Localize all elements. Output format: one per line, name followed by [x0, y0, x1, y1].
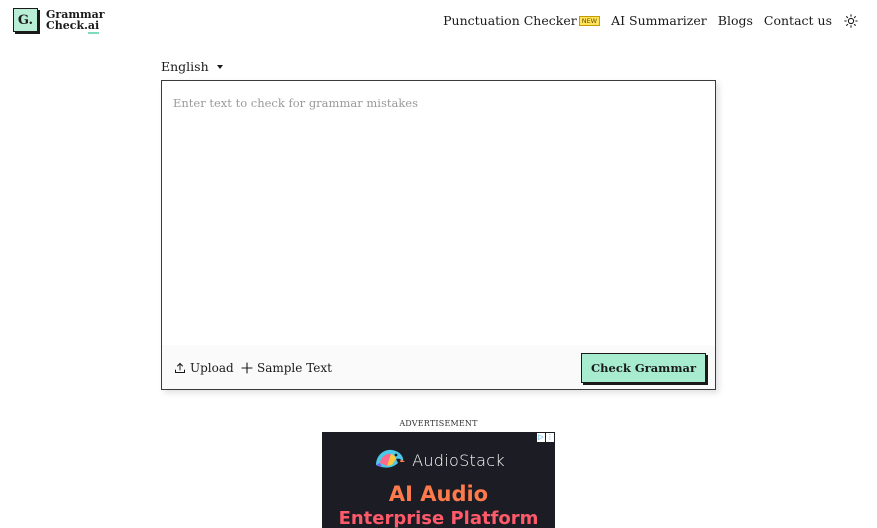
new-badge: NEW	[578, 16, 601, 26]
nav-ai-summarizer[interactable]: AI Summarizer	[611, 13, 707, 28]
caret-down-icon	[216, 64, 223, 69]
nav-punctuation-checker-label: Punctuation Checker	[443, 13, 577, 28]
nav-blogs[interactable]: Blogs	[718, 13, 753, 28]
upload-label: Upload	[190, 361, 234, 375]
upload-button[interactable]: Upload	[174, 361, 234, 375]
ad-banner[interactable]: ▷ ⋮ AudioStack AI Audio Enterprise Platf…	[322, 432, 555, 528]
text-editor: Upload Sample Text Check Grammar	[161, 80, 716, 390]
ad-choices[interactable]: ▷ ⋮	[536, 433, 554, 442]
logo-ai: ai	[87, 19, 100, 34]
sample-text-label: Sample Text	[257, 361, 332, 375]
ad-brand-name: AudioStack	[412, 450, 505, 470]
language-select-value: English	[161, 59, 209, 74]
main-nav: Punctuation Checker NEW AI Summarizer Blo…	[443, 13, 858, 28]
ad-brand: AudioStack	[322, 447, 555, 473]
check-grammar-button[interactable]: Check Grammar	[581, 353, 706, 383]
language-select[interactable]: English	[161, 59, 223, 74]
logo-line2: Check.	[46, 19, 88, 32]
advertisement-label: ADVERTISEMENT	[399, 419, 478, 428]
sun-icon[interactable]	[844, 13, 858, 28]
sample-text-button[interactable]: Sample Text	[241, 361, 332, 375]
nav-contact-us[interactable]: Contact us	[764, 13, 832, 28]
adchoices-icon: ▷	[537, 433, 545, 442]
more-vertical-icon: ⋮	[546, 433, 554, 442]
logo[interactable]: G. Grammar Check.ai	[13, 8, 105, 34]
parrot-logo-icon	[376, 449, 406, 468]
editor-toolbar: Upload Sample Text Check Grammar	[162, 345, 715, 389]
upload-icon	[175, 362, 185, 373]
site-header: G. Grammar Check.ai Punctuation Checker N…	[0, 0, 877, 42]
nav-punctuation-checker[interactable]: Punctuation Checker NEW	[443, 13, 601, 28]
logo-mark: G.	[13, 8, 38, 32]
ad-headline-1: AI Audio	[388, 482, 489, 506]
ad-headline-2: Enterprise Platform	[338, 508, 539, 528]
text-input[interactable]	[162, 81, 715, 345]
logo-text: Grammar Check.ai	[46, 9, 105, 34]
plus-icon	[241, 362, 253, 374]
